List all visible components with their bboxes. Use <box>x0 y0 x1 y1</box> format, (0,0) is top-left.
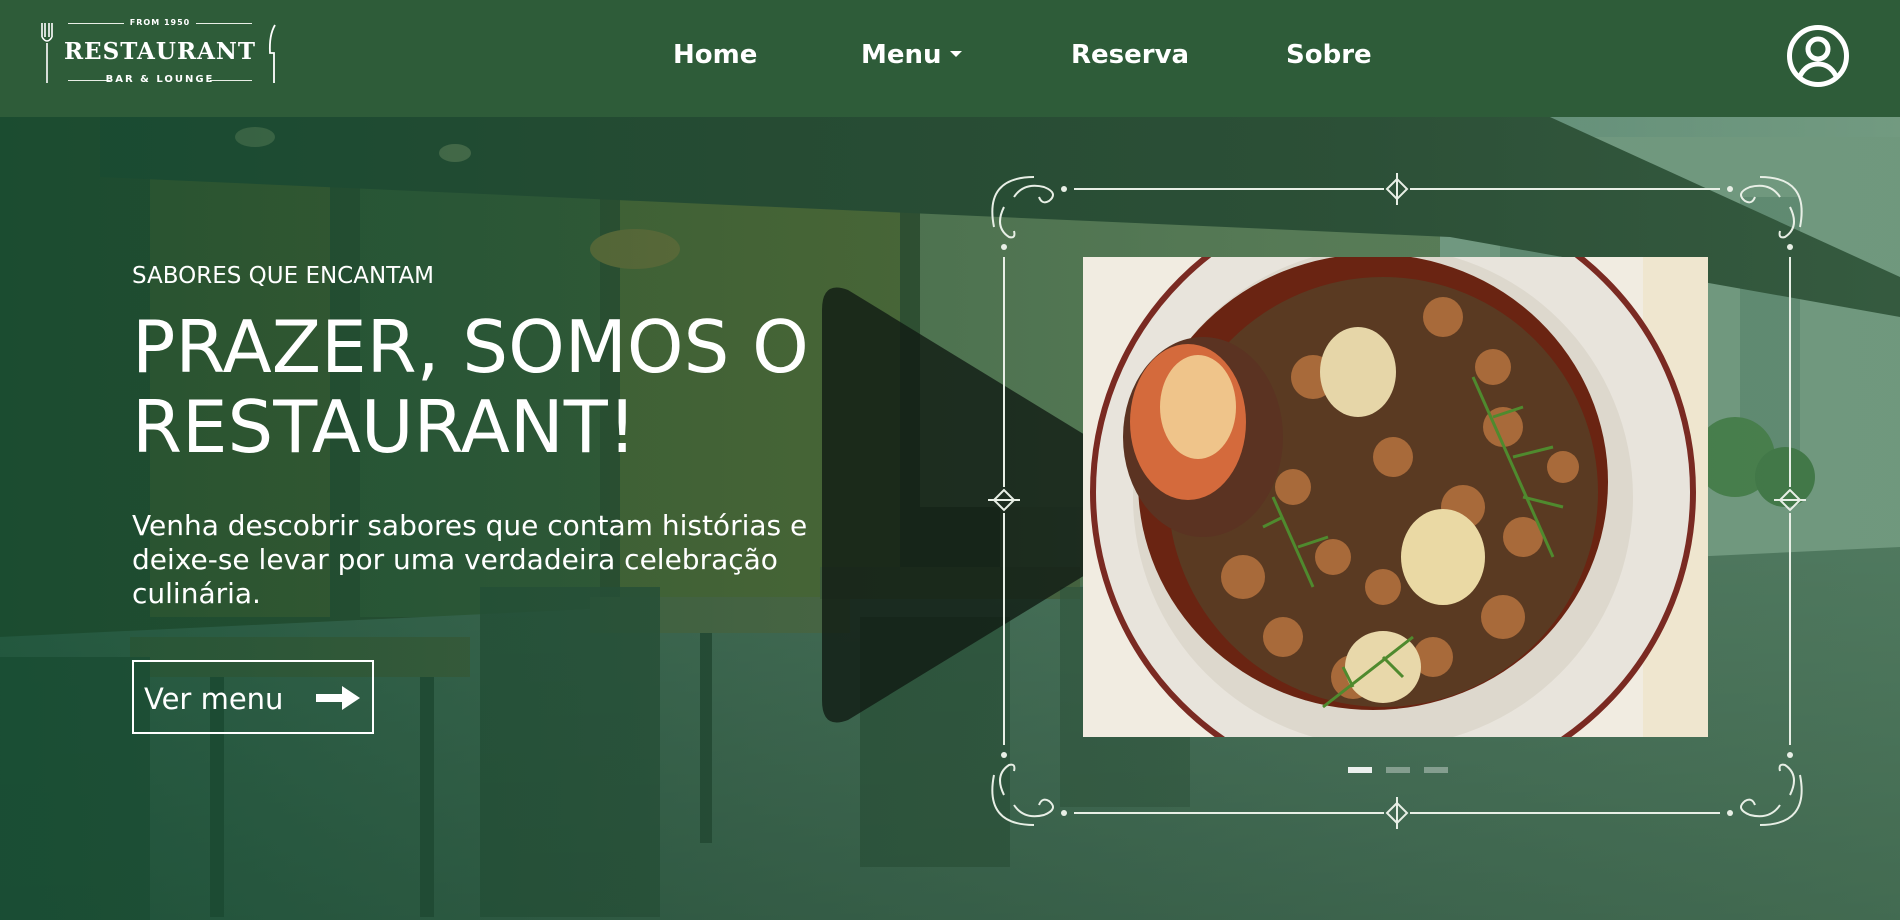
view-menu-label: Ver menu <box>144 682 284 716</box>
caret-down-icon <box>949 51 962 57</box>
carousel-indicator-1[interactable] <box>1348 767 1372 773</box>
dish-photo <box>1083 257 1708 737</box>
carousel-indicator-3[interactable] <box>1424 767 1448 773</box>
hero-eyebrow: SABORES QUE ENCANTAM <box>132 263 435 289</box>
carousel-indicator-2[interactable] <box>1386 767 1410 773</box>
nav-reserva-link[interactable]: Reserva <box>1071 40 1189 70</box>
navbar: FROM 1950 RESTAURANT BAR & LOUNGE Home M… <box>0 0 1900 117</box>
hero-intro-text: Venha descobrir sabores que contam histó… <box>132 509 808 610</box>
main-nav: Home Menu Reserva Sobre <box>0 0 1900 117</box>
nav-sobre-link[interactable]: Sobre <box>1286 40 1372 70</box>
hero-headline: PRAZER, SOMOS O RESTAURANT! <box>132 305 809 469</box>
user-account-button[interactable] <box>1786 24 1850 88</box>
nav-menu-dropdown[interactable]: Menu <box>861 40 962 70</box>
view-menu-button[interactable]: Ver menu <box>132 660 374 734</box>
arrow-right-icon <box>316 686 360 710</box>
user-circle-icon <box>1787 25 1849 87</box>
nav-menu-label: Menu <box>861 40 942 70</box>
nav-home-link[interactable]: Home <box>673 40 757 70</box>
hero-section: SABORES QUE ENCANTAM PRAZER, SOMOS O RES… <box>0 117 1900 920</box>
